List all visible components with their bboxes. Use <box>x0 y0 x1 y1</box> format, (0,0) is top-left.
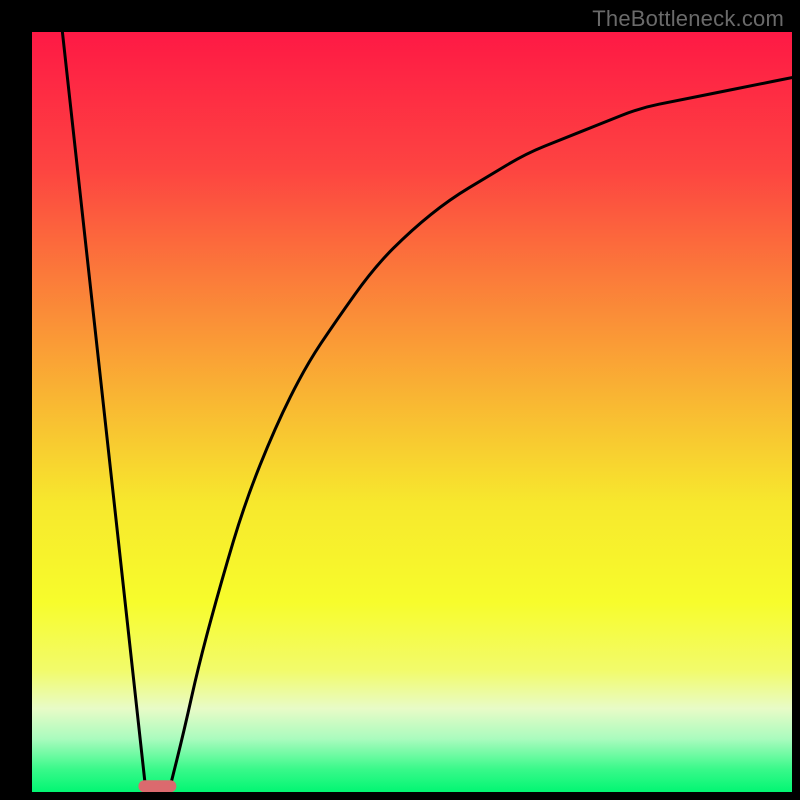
plot-area <box>32 32 792 792</box>
optimal-marker-layer <box>138 780 176 792</box>
watermark-text: TheBottleneck.com <box>592 6 784 32</box>
chart-frame: TheBottleneck.com <box>0 0 800 800</box>
optimal-marker <box>138 780 176 792</box>
chart-svg <box>32 32 792 792</box>
gradient-background <box>32 32 792 792</box>
